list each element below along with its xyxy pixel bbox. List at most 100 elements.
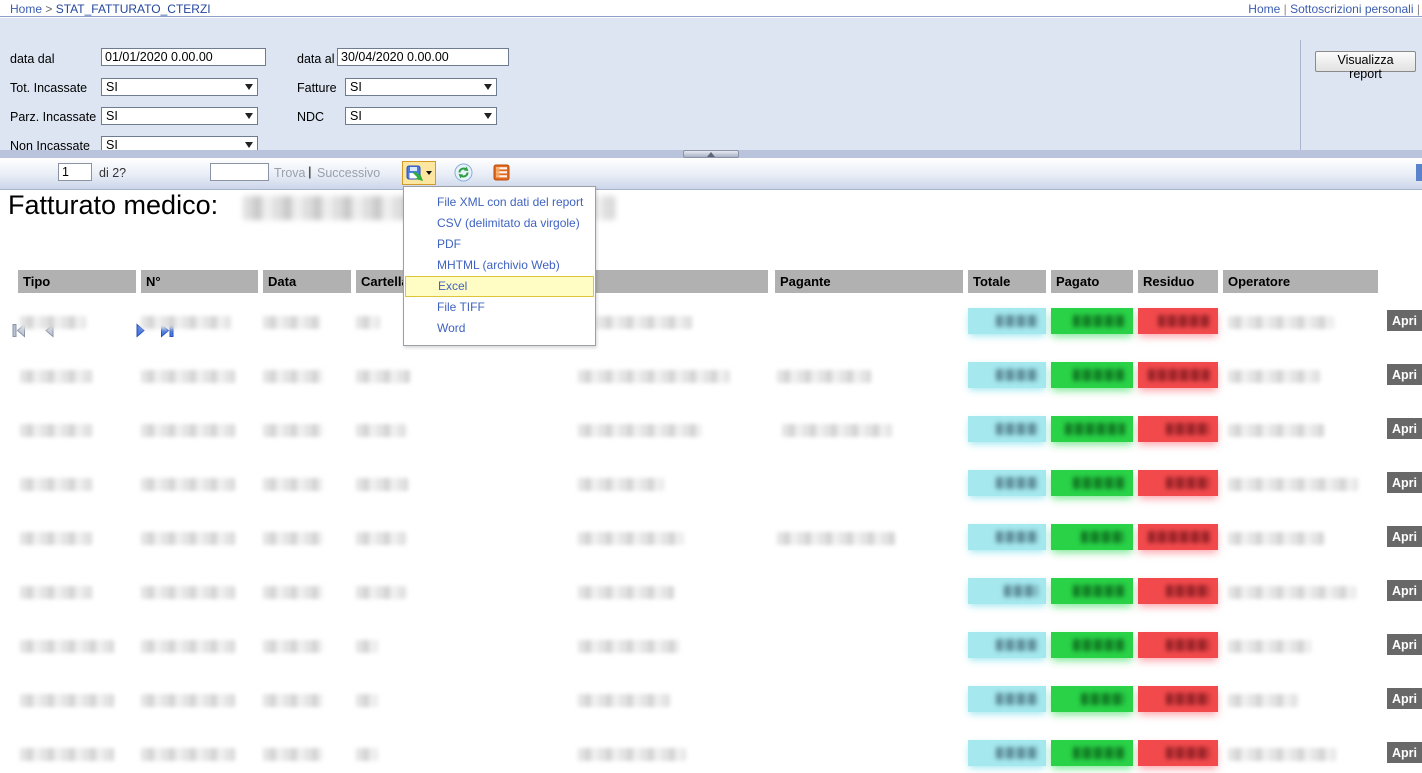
column-header-data[interactable]: Data	[263, 270, 351, 293]
column-header-numero[interactable]: N°	[141, 270, 258, 293]
redacted-operatore	[1228, 586, 1356, 599]
totale-cell	[968, 578, 1046, 604]
param-label-parz-incassate: Parz. Incassate	[10, 110, 96, 124]
column-header-operatore[interactable]: Operatore	[1223, 270, 1378, 293]
export-format-menu: File XML con dati del report CSV (delimi…	[403, 186, 596, 346]
export-menu-item-tiff[interactable]: File TIFF	[404, 297, 595, 318]
redacted-numero	[141, 316, 231, 329]
redacted-pagante	[782, 424, 892, 437]
redacted-amount	[996, 531, 1038, 543]
redacted-data	[263, 316, 321, 329]
apri-button[interactable]: Apri	[1387, 364, 1422, 385]
parz-incassate-select[interactable]: SI	[101, 107, 258, 125]
export-menu-item-pdf[interactable]: PDF	[404, 234, 595, 255]
apri-button[interactable]: Apri	[1387, 580, 1422, 601]
pagato-cell	[1051, 686, 1133, 712]
apri-button[interactable]: Apri	[1387, 310, 1422, 331]
column-header-residuo[interactable]: Residuo	[1138, 270, 1218, 293]
redacted-paziente	[578, 748, 686, 761]
redacted-cartella	[356, 424, 406, 437]
splitter-bar[interactable]	[0, 150, 1422, 158]
refresh-button[interactable]	[452, 163, 474, 185]
redacted-numero	[141, 640, 235, 653]
pagato-cell	[1051, 362, 1133, 388]
residuo-cell	[1138, 524, 1218, 550]
redacted-pagante	[777, 532, 895, 545]
breadcrumb-report-name: STAT_FATTURATO_CTERZI	[56, 2, 211, 16]
residuo-cell	[1138, 686, 1218, 712]
export-menu-item-excel[interactable]: Excel	[405, 276, 594, 297]
export-data-feed-button[interactable]	[490, 163, 512, 185]
tot-incassate-select[interactable]: SI	[101, 78, 258, 96]
report-viewer-screen: Home > STAT_FATTURATO_CTERZI Home | Sott…	[0, 0, 1422, 773]
redacted-data	[263, 424, 323, 437]
apri-button[interactable]: Apri	[1387, 472, 1422, 493]
redacted-amount	[996, 477, 1038, 489]
param-label-fatture: Fatture	[297, 81, 337, 95]
residuo-cell	[1138, 578, 1218, 604]
table-row: Apri	[0, 362, 1422, 390]
redacted-amount	[1166, 477, 1210, 489]
redacted-cartella	[356, 640, 378, 653]
totale-cell	[968, 470, 1046, 496]
find-separator: |	[308, 165, 312, 179]
export-menu-item-xml[interactable]: File XML con dati del report	[404, 192, 595, 213]
redacted-amount	[996, 369, 1038, 381]
find-input[interactable]	[210, 163, 269, 181]
top-nav-home-link[interactable]: Home	[1248, 2, 1280, 16]
view-report-button[interactable]: Visualizza report	[1315, 51, 1416, 72]
ndc-select[interactable]: SI	[345, 107, 497, 125]
redacted-operatore	[1228, 640, 1312, 653]
totale-cell	[968, 416, 1046, 442]
data-dal-input[interactable]	[101, 48, 266, 66]
find-button[interactable]: Trova	[274, 166, 306, 180]
splitter-collapse-handle[interactable]	[683, 150, 739, 158]
data-feed-icon	[493, 164, 510, 181]
redacted-tipo	[20, 316, 86, 329]
column-header-tipo[interactable]: Tipo	[18, 270, 136, 293]
top-nav-divider: |	[1284, 2, 1287, 16]
breadcrumb-home-link[interactable]: Home	[10, 2, 42, 16]
redacted-cartella	[356, 370, 410, 383]
report-title: Fatturato medico:	[8, 190, 218, 221]
redacted-tipo	[20, 370, 92, 383]
redacted-tipo	[20, 694, 114, 707]
export-menu-item-csv[interactable]: CSV (delimitato da virgole)	[404, 213, 595, 234]
redacted-amount	[1073, 585, 1125, 597]
table-row: Apri	[0, 416, 1422, 444]
redacted-tipo	[20, 424, 92, 437]
find-next-button[interactable]: Successivo	[317, 166, 380, 180]
apri-button[interactable]: Apri	[1387, 742, 1422, 763]
redacted-paziente	[578, 424, 702, 437]
fatture-select[interactable]: SI	[345, 78, 497, 96]
redacted-amount	[996, 423, 1038, 435]
export-menu-item-mhtml[interactable]: MHTML (archivio Web)	[404, 255, 595, 276]
residuo-cell	[1138, 362, 1218, 388]
redacted-amount	[1158, 315, 1210, 327]
redacted-amount	[1166, 585, 1210, 597]
redacted-amount	[996, 747, 1038, 759]
export-menu-item-word[interactable]: Word	[404, 318, 595, 339]
chevron-down-icon	[245, 84, 253, 90]
redacted-paziente	[578, 586, 674, 599]
column-header-pagante[interactable]: Pagante	[775, 270, 963, 293]
column-header-totale[interactable]: Totale	[968, 270, 1046, 293]
apri-button[interactable]: Apri	[1387, 418, 1422, 439]
redacted-numero	[141, 586, 235, 599]
page-number-input[interactable]	[58, 163, 92, 181]
param-label-ndc: NDC	[297, 110, 324, 124]
parz-incassate-value: SI	[106, 109, 118, 123]
data-al-input[interactable]	[337, 48, 509, 66]
redacted-operatore	[1228, 532, 1324, 545]
apri-button[interactable]: Apri	[1387, 688, 1422, 709]
tot-incassate-value: SI	[106, 80, 118, 94]
apri-button[interactable]: Apri	[1387, 526, 1422, 547]
redacted-cartella	[356, 694, 378, 707]
export-button[interactable]	[402, 161, 436, 185]
apri-button[interactable]: Apri	[1387, 634, 1422, 655]
top-nav-subscriptions-link[interactable]: Sottoscrizioni personali	[1290, 2, 1413, 16]
clipped-toolbar-icon[interactable]	[1416, 164, 1422, 181]
column-header-pagato[interactable]: Pagato	[1051, 270, 1133, 293]
redacted-amount	[1073, 477, 1125, 489]
redacted-tipo	[20, 586, 92, 599]
